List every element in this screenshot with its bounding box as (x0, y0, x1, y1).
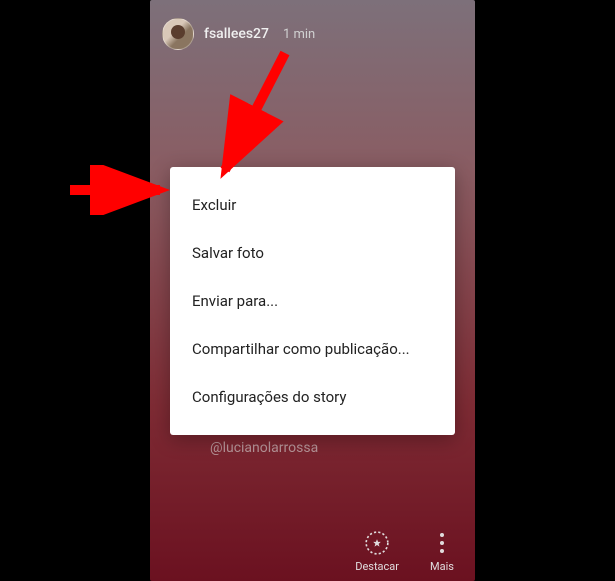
story-mention[interactable]: @lucianolarrossa (210, 440, 318, 456)
highlight-icon (364, 530, 390, 556)
highlight-label: Destacar (355, 560, 399, 573)
username[interactable]: fsallees27 (204, 26, 269, 42)
avatar[interactable] (162, 18, 194, 50)
story-timestamp: 1 min (283, 27, 315, 42)
more-label: Mais (430, 560, 454, 573)
story-viewer: fsallees27 1 min @lucianolarrossa Destac… (150, 0, 475, 581)
story-header: fsallees27 1 min (162, 18, 315, 50)
story-options-menu: Excluir Salvar foto Enviar para... Compa… (170, 167, 455, 435)
menu-item-share-as-post[interactable]: Compartilhar como publicação... (170, 325, 455, 373)
menu-item-story-settings[interactable]: Configurações do story (170, 373, 455, 421)
more-button[interactable]: Mais (429, 530, 455, 573)
menu-item-delete[interactable]: Excluir (170, 181, 455, 229)
menu-item-send-to[interactable]: Enviar para... (170, 277, 455, 325)
menu-item-save-photo[interactable]: Salvar foto (170, 229, 455, 277)
more-icon (429, 530, 455, 556)
highlight-button[interactable]: Destacar (355, 530, 399, 573)
bottom-bar: Destacar Mais (355, 530, 455, 573)
